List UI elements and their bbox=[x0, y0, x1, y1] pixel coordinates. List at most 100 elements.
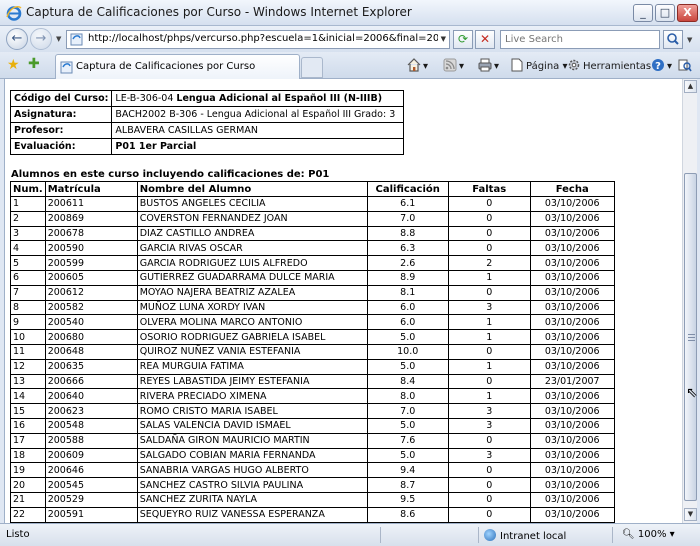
cell-calificacion: 7.0 bbox=[366, 403, 449, 419]
page-content: Código del Curso: LE-B-306-04 Lengua Adi… bbox=[4, 79, 682, 523]
cell-calificacion: 8.4 bbox=[366, 373, 449, 390]
cell-faltas: 1 bbox=[447, 329, 531, 345]
minimize-button[interactable]: _ bbox=[633, 4, 653, 22]
cell-calificacion: 2.6 bbox=[366, 255, 449, 271]
cell-fecha: 03/10/2006 bbox=[529, 255, 615, 271]
back-button[interactable]: ← bbox=[6, 28, 28, 50]
search-button[interactable] bbox=[663, 30, 683, 49]
security-zone[interactable]: Intranet local bbox=[484, 529, 566, 542]
table-row: 6 200605 GUTIERREZ GUADARRAMA DULCE MARIA 8… bbox=[10, 269, 615, 286]
forward-arrow-icon: → bbox=[35, 31, 47, 46]
cell-num: 11 bbox=[10, 343, 46, 360]
table-row: 9 200540 OLVERA MOLINA MARCO ANTONIO 6.0 1 03… bbox=[10, 314, 615, 331]
refresh-icon: ⟳ bbox=[457, 32, 469, 46]
stop-icon: ✕ bbox=[479, 32, 491, 46]
cell-calificacion: 9.5 bbox=[366, 491, 449, 508]
page-menu[interactable]: Página ▾ bbox=[510, 58, 568, 72]
teacher-row: Profesor: ALBAVERA CASILLAS GERMAN bbox=[9, 122, 405, 139]
cell-fecha: 03/10/2006 bbox=[529, 314, 615, 331]
close-button[interactable]: X bbox=[677, 4, 698, 22]
table-row: 3 200678 DIAZ CASTILLO ANDREA 8.8 0 03/10/200… bbox=[10, 225, 615, 242]
teacher-label: Profesor: bbox=[9, 122, 113, 139]
cell-matricula: 200582 bbox=[44, 299, 138, 316]
cell-matricula: 200591 bbox=[44, 506, 138, 523]
help-icon: ? bbox=[652, 59, 664, 72]
search-input[interactable] bbox=[501, 31, 651, 48]
tools-menu[interactable]: Herramientas ▾ bbox=[567, 58, 659, 72]
table-row: 5 200599 GARCIA RODRIGUEZ LUIS ALFREDO 2.6 2… bbox=[10, 255, 615, 271]
cell-calificacion: 8.9 bbox=[366, 269, 449, 286]
page-icon bbox=[60, 61, 73, 74]
header-nombre: Nombre del Alumno bbox=[136, 181, 368, 197]
research-button[interactable] bbox=[678, 58, 694, 72]
refresh-button[interactable]: ⟳ bbox=[453, 30, 473, 49]
cell-matricula: 200648 bbox=[44, 343, 138, 360]
scroll-up-button[interactable]: ▲ bbox=[684, 80, 697, 93]
table-row: 21 200529 SANCHEZ ZURITA NAYLA 9.5 0 03/10/20… bbox=[10, 491, 615, 508]
cell-calificacion: 6.0 bbox=[366, 299, 449, 316]
scroll-thumb[interactable] bbox=[684, 173, 697, 501]
vertical-scrollbar[interactable]: ▲ ▼ bbox=[682, 79, 697, 523]
feeds-button[interactable]: ▾ bbox=[443, 58, 464, 72]
status-separator bbox=[380, 527, 381, 543]
favorites-star-icon[interactable]: ★ bbox=[7, 57, 20, 73]
scroll-down-button[interactable]: ▼ bbox=[684, 508, 697, 521]
cell-fecha: 03/10/2006 bbox=[529, 329, 615, 345]
address-url[interactable]: http://localhost/phps/vercurso.php?escue… bbox=[88, 33, 438, 44]
header-faltas: Faltas bbox=[447, 181, 531, 197]
cell-faltas: 3 bbox=[447, 447, 531, 464]
table-row: 19 200646 SANABRIA VARGAS HUGO ALBERTO 9.4 0… bbox=[10, 462, 615, 479]
cell-num: 17 bbox=[10, 432, 46, 449]
address-bar[interactable]: http://localhost/phps/vercurso.php?escue… bbox=[66, 30, 450, 49]
add-favorites-icon[interactable]: ✚ bbox=[28, 56, 40, 72]
table-row: 20 200545 SANCHEZ CASTRO SILVIA PAULINA 8.7… bbox=[10, 477, 615, 493]
cell-nombre: SANABRIA VARGAS HUGO ALBERTO bbox=[136, 462, 368, 479]
zoom-icon: 🔍︎ bbox=[622, 529, 635, 540]
cell-num: 13 bbox=[10, 373, 46, 390]
search-options-dropdown[interactable]: ▼ bbox=[687, 36, 692, 44]
cell-num: 7 bbox=[10, 284, 46, 301]
print-button[interactable]: ▾ bbox=[478, 58, 499, 72]
cell-faltas: 0 bbox=[447, 196, 531, 212]
evaluation-label: Evaluación: bbox=[9, 138, 113, 155]
zoom-control[interactable]: 🔍︎ 100% ▾ bbox=[622, 529, 675, 540]
home-button[interactable]: ▾ bbox=[407, 58, 428, 72]
cell-matricula: 200609 bbox=[44, 447, 138, 464]
cell-matricula: 200548 bbox=[44, 417, 138, 434]
feeds-icon bbox=[443, 58, 457, 72]
cell-num: 18 bbox=[10, 447, 46, 464]
cell-fecha: 03/10/2006 bbox=[529, 358, 615, 375]
table-row: 13 200666 REYES LABASTIDA JEIMY ESTEFANIA 8… bbox=[10, 373, 615, 390]
maximize-button[interactable]: □ bbox=[655, 4, 675, 22]
help-button[interactable]: ? ▾ bbox=[651, 58, 672, 72]
cell-num: 9 bbox=[10, 314, 46, 331]
tab-active[interactable]: Captura de Calificaciones por Curso bbox=[55, 54, 300, 79]
search-box[interactable] bbox=[500, 30, 660, 49]
tab-toolbar: ★ ✚ Captura de Calificaciones por Curso … bbox=[0, 52, 700, 79]
new-tab-button[interactable] bbox=[301, 57, 323, 78]
cell-matricula: 200611 bbox=[44, 196, 138, 212]
cell-fecha: 03/10/2006 bbox=[529, 225, 615, 242]
globe-icon bbox=[484, 529, 496, 541]
cell-calificacion: 5.0 bbox=[366, 417, 449, 434]
address-dropdown-arrow[interactable]: ▼ bbox=[441, 35, 446, 43]
status-separator bbox=[478, 527, 479, 543]
cell-calificacion: 9.4 bbox=[366, 462, 449, 479]
title-bar: Captura de Calificaciones por Curso - Wi… bbox=[0, 0, 700, 26]
cell-nombre: RIVERA PRECIADO XIMENA bbox=[136, 388, 368, 405]
header-fecha: Fecha bbox=[529, 181, 615, 197]
recent-pages-dropdown[interactable]: ▼ bbox=[56, 35, 61, 43]
cell-nombre: SEQUEYRO RUIZ VANESSA ESPERANZA bbox=[136, 506, 368, 523]
cell-num: 15 bbox=[10, 403, 46, 419]
cell-calificacion: 7.6 bbox=[366, 432, 449, 449]
cell-fecha: 03/10/2006 bbox=[529, 477, 615, 493]
forward-button[interactable]: → bbox=[30, 28, 52, 50]
cell-nombre: REA MURGUIA FATIMA bbox=[136, 358, 368, 375]
cell-nombre: OSORIO RODRIGUEZ GABRIELA ISABEL bbox=[136, 329, 368, 345]
cell-num: 3 bbox=[10, 225, 46, 242]
stop-button[interactable]: ✕ bbox=[475, 30, 495, 49]
cell-faltas: 0 bbox=[447, 284, 531, 301]
header-calificacion: Calificación bbox=[366, 181, 449, 197]
evaluation-row: Evaluación: P01 1er Parcial bbox=[9, 138, 405, 155]
page-icon bbox=[70, 33, 83, 46]
